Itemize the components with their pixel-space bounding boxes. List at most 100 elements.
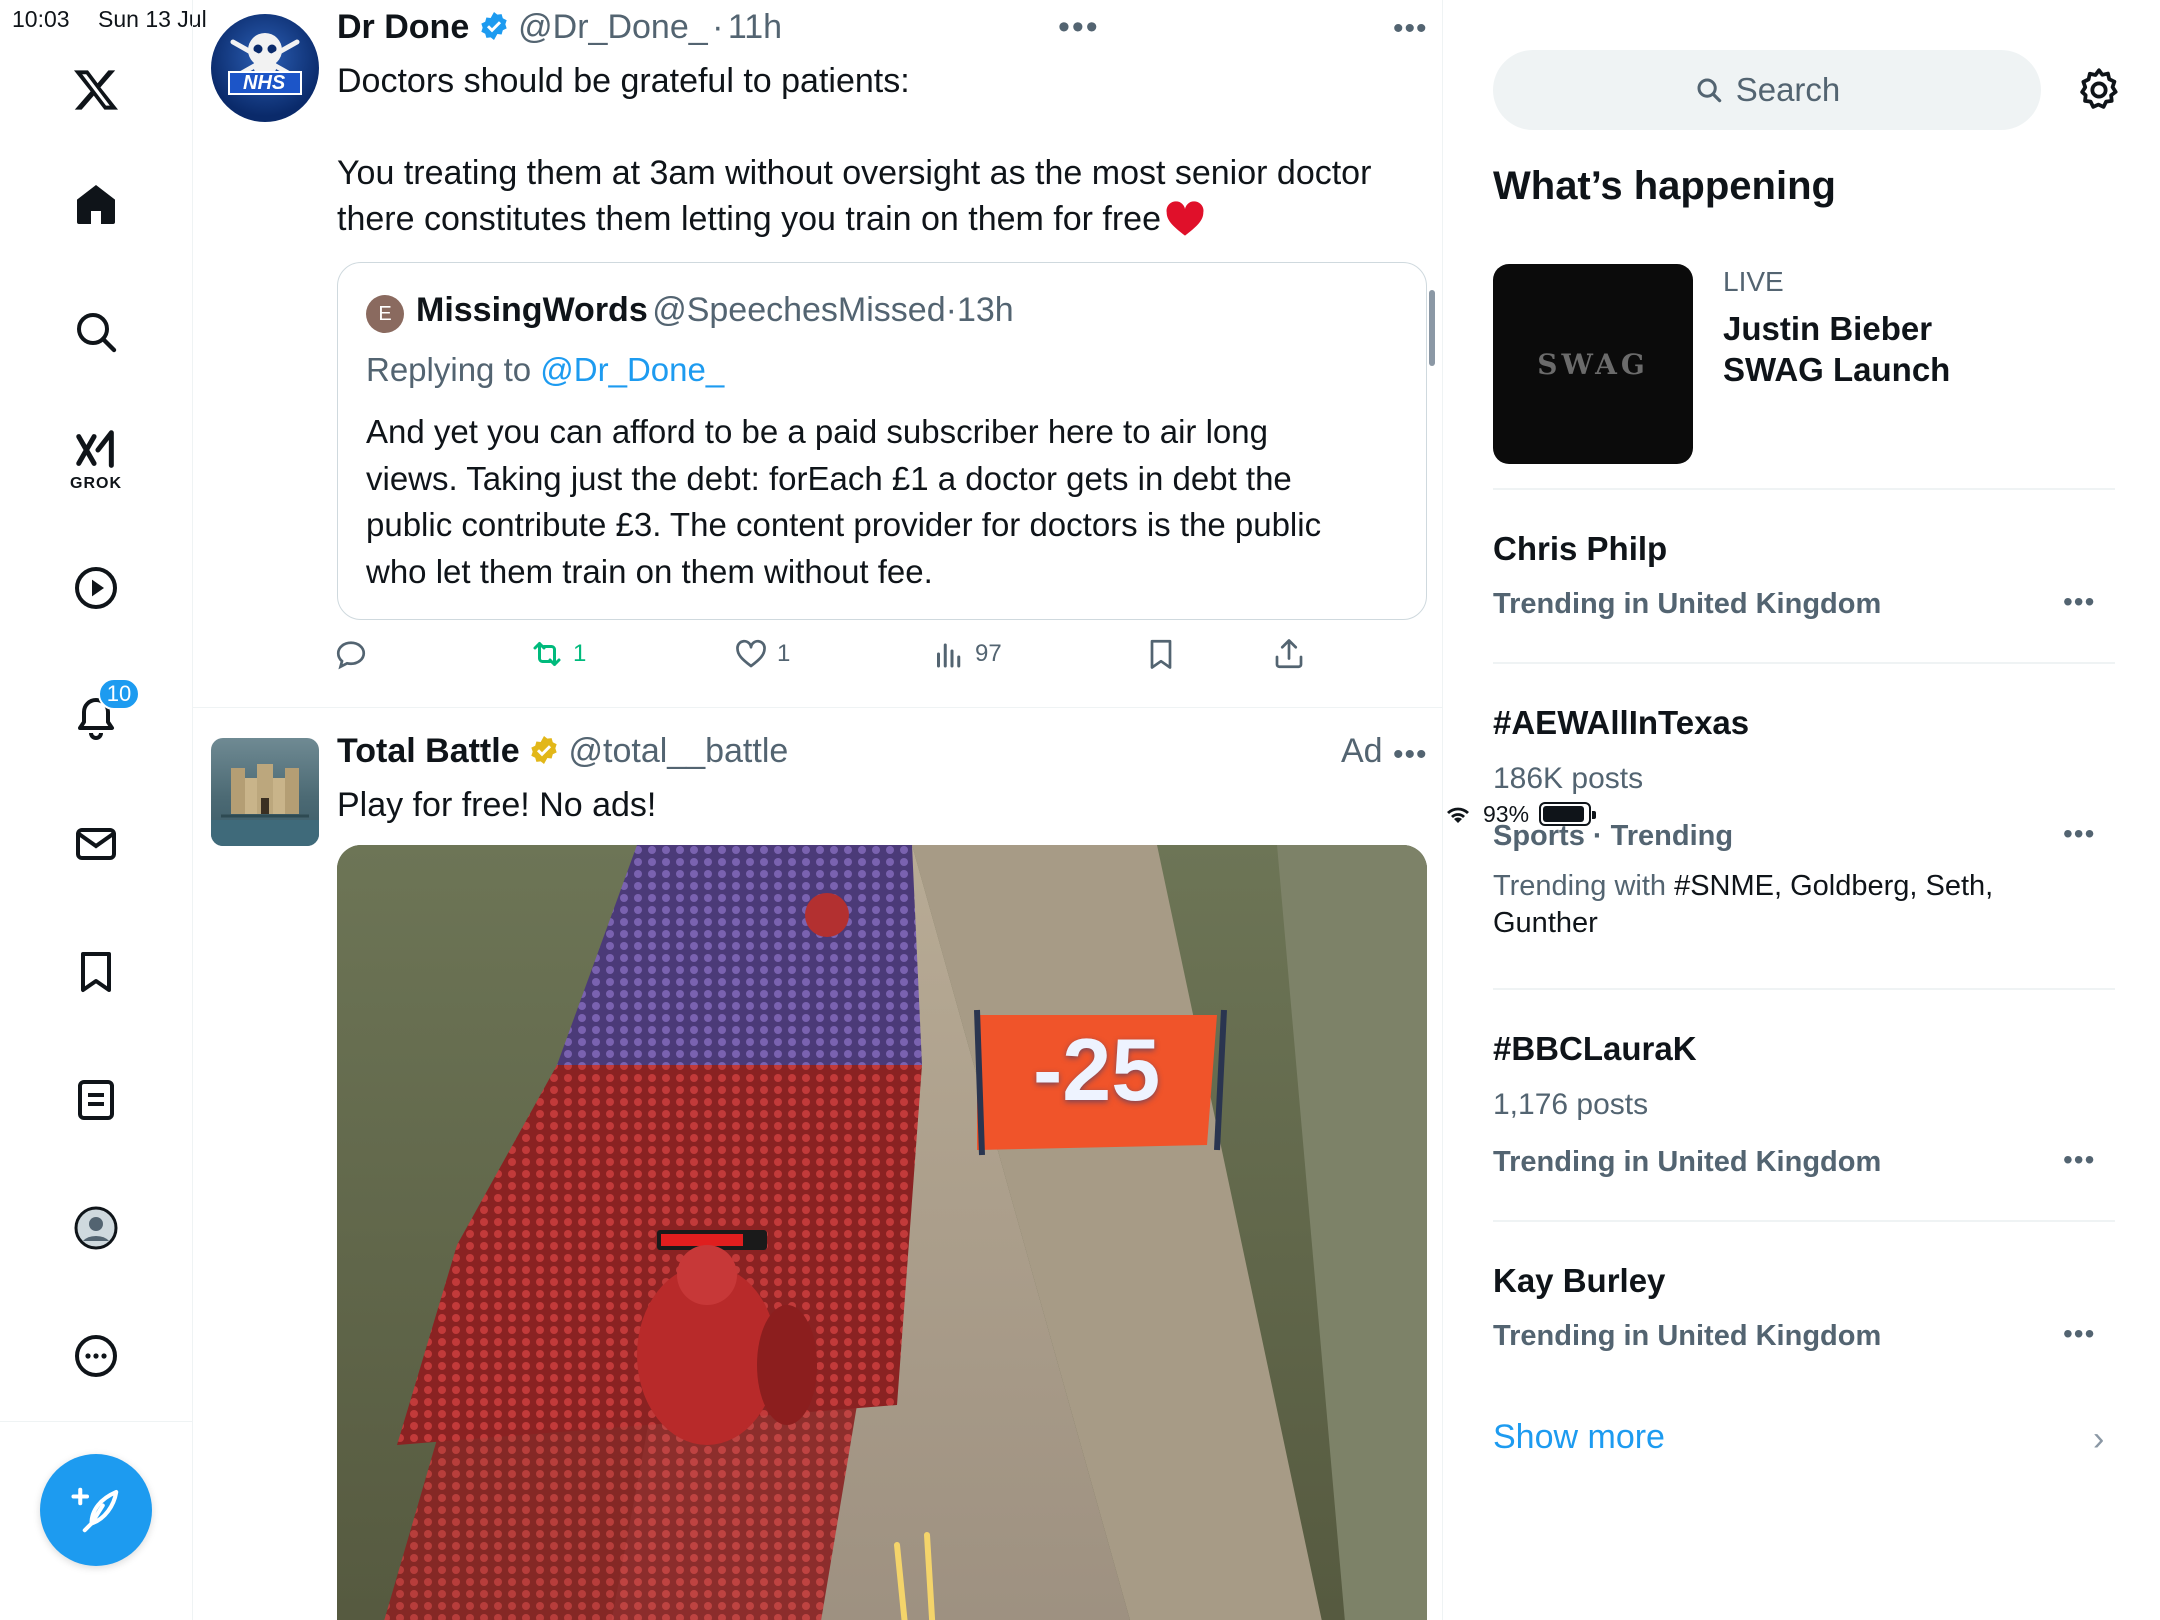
repost-count: 1: [573, 640, 587, 667]
trend-posts: 186K posts: [1493, 762, 1644, 795]
left-nav: GROK 10: [0, 0, 193, 1620]
search-input[interactable]: Search: [1493, 50, 2041, 130]
bookmark-action-button[interactable]: [1143, 636, 1179, 672]
live-title[interactable]: Justin Bieber SWAG Launch: [1723, 308, 2023, 390]
ad-avatar[interactable]: [211, 738, 319, 846]
compose-button[interactable]: [40, 1454, 152, 1566]
tweet-actions: 1 1 97: [333, 636, 1333, 682]
like-count: 1: [777, 640, 791, 667]
replying-to-handle[interactable]: @Dr_Done_: [540, 351, 724, 388]
trend-title: Chris Philp: [1493, 530, 1668, 567]
more-icon: [75, 1335, 117, 1377]
nav-more[interactable]: [48, 1308, 144, 1404]
trend-with: Trending with #SNME, Goldberg, Seth, Gun…: [1493, 868, 2053, 942]
live-title-line: Justin Bieber: [1723, 310, 1933, 347]
quote-text-line: who let them train on them without fee.: [366, 552, 933, 590]
ad-video[interactable]: -25: [337, 845, 1427, 1620]
bookmark-icon: [81, 952, 111, 992]
repost-icon: [533, 642, 561, 666]
tweet-text-line: You treating them at 3am without oversig…: [337, 154, 1372, 192]
quote-avatar[interactable]: E: [366, 295, 404, 333]
nav-divider: [0, 1421, 193, 1422]
quote-text-line: public contribute £3. The content provid…: [366, 506, 1322, 543]
tweet[interactable]: NHS Dr Done @Dr_Done_ · 11h ••• Doctors …: [193, 0, 1442, 708]
trend-with-tags2[interactable]: Gunther: [1493, 907, 1598, 939]
ad-more-icon[interactable]: •••: [1393, 738, 1428, 772]
repost-button[interactable]: 1: [529, 636, 586, 672]
nav-lists[interactable]: [48, 1052, 144, 1148]
ad-author-handle[interactable]: @total__battle: [569, 732, 789, 770]
tweet-separator: ·: [712, 8, 724, 46]
section-title: What’s happening: [1493, 164, 1836, 208]
tweet-avatar[interactable]: NHS: [211, 14, 319, 122]
nav-explore[interactable]: [48, 284, 144, 380]
trend-posts: 1,176 posts: [1493, 1088, 1649, 1121]
nav-messages[interactable]: [48, 796, 144, 892]
nav-grok[interactable]: GROK: [48, 412, 144, 508]
show-more-link[interactable]: Show more: [1493, 1418, 1665, 1457]
share-button[interactable]: [1271, 636, 1307, 672]
quote-separator: ·: [945, 291, 957, 329]
reply-button[interactable]: [333, 636, 369, 672]
trend-title: Kay Burley: [1493, 1262, 1666, 1299]
views-button[interactable]: 97: [931, 636, 1002, 672]
nav-home[interactable]: [48, 156, 144, 252]
trend-more-icon[interactable]: •••: [2063, 1318, 2095, 1350]
avatar-nhs-text: NHS: [243, 72, 286, 94]
ad-header: Total Battle @total__battle: [337, 732, 788, 771]
trend-meta: Trending in United Kingdom: [1493, 1146, 1882, 1178]
trend-more-icon[interactable]: •••: [2063, 586, 2095, 618]
compose-icon: [71, 1487, 119, 1533]
skull-avatar-icon: [228, 33, 302, 95]
grok-icon: [76, 430, 114, 468]
settings-gear-icon[interactable]: [2074, 65, 2124, 115]
x-logo-icon: [74, 70, 118, 110]
bookmark-icon: [1150, 639, 1172, 669]
quote-text: And yet you can afford to be a paid subs…: [366, 409, 1416, 595]
quote-author-name[interactable]: MissingWords: [416, 291, 648, 329]
tweet-time[interactable]: 11h: [728, 8, 782, 46]
timeline: ••• NHS Dr Done @Dr_Done_ · 11h ••• Doct…: [193, 0, 1443, 1620]
quote-author-handle[interactable]: @SpeechesMissed: [652, 291, 945, 329]
quote-time: 13h: [956, 291, 1014, 329]
nav-notifications[interactable]: 10: [48, 668, 144, 764]
search-icon: [77, 313, 117, 353]
trend-with-tags[interactable]: #SNME, Goldberg, Seth,: [1674, 870, 1993, 902]
tweet-author-name[interactable]: Dr Done: [337, 8, 469, 46]
quoted-tweet[interactable]: E MissingWords @SpeechesMissed·13h Reply…: [337, 262, 1427, 620]
tweet-text-line: there constitutes them letting you train…: [337, 196, 1417, 242]
lists-icon: [78, 1080, 114, 1120]
trend-meta: Trending in United Kingdom: [1493, 1320, 1882, 1352]
search-placeholder: Search: [1735, 71, 1841, 108]
reply-icon: [336, 641, 366, 670]
ad-author-name[interactable]: Total Battle: [337, 732, 520, 770]
right-sidebar: Search What’s happening SWAG LIVE Justin…: [1443, 0, 2160, 1620]
trend-more-icon[interactable]: •••: [2063, 1144, 2095, 1176]
nav-video[interactable]: [48, 540, 144, 636]
chevron-right-icon[interactable]: ›: [2093, 1420, 2104, 1459]
x-logo-button[interactable]: [48, 42, 144, 138]
tweet-more-icon[interactable]: •••: [1393, 12, 1428, 46]
nav-bookmarks[interactable]: [48, 924, 144, 1020]
live-event-thumbnail[interactable]: SWAG: [1493, 264, 1693, 464]
live-card-text: SWAG: [1537, 347, 1649, 381]
views-icon: [937, 643, 961, 668]
ad-tweet[interactable]: Total Battle @total__battle Ad ••• Play …: [193, 708, 1442, 1620]
live-title-line: SWAG Launch: [1723, 351, 1951, 388]
verified-badge-icon: [481, 12, 507, 40]
trend-meta: Sports · Trending: [1493, 820, 1734, 852]
quote-text-line: views. Taking just the debt: forEach £1 …: [366, 459, 1292, 497]
trend-divider: [1493, 488, 2115, 490]
replying-to-prefix: Replying to: [366, 351, 532, 388]
replying-to: Replying to @Dr_Done_: [366, 351, 724, 389]
profile-icon: [74, 1206, 118, 1250]
trend-meta: Trending in United Kingdom: [1493, 588, 1882, 620]
like-button[interactable]: 1: [733, 636, 790, 672]
trend-more-icon[interactable]: •••: [2063, 818, 2095, 850]
live-label: LIVE: [1723, 266, 1784, 297]
nav-profile[interactable]: [48, 1180, 144, 1276]
tweet-text-line3: there constitutes them letting you train…: [337, 200, 1161, 238]
tweet-author-handle[interactable]: @Dr_Done_: [518, 8, 708, 46]
grok-label: GROK: [70, 475, 122, 492]
ad-text: Play for free! No ads!: [337, 786, 657, 824]
